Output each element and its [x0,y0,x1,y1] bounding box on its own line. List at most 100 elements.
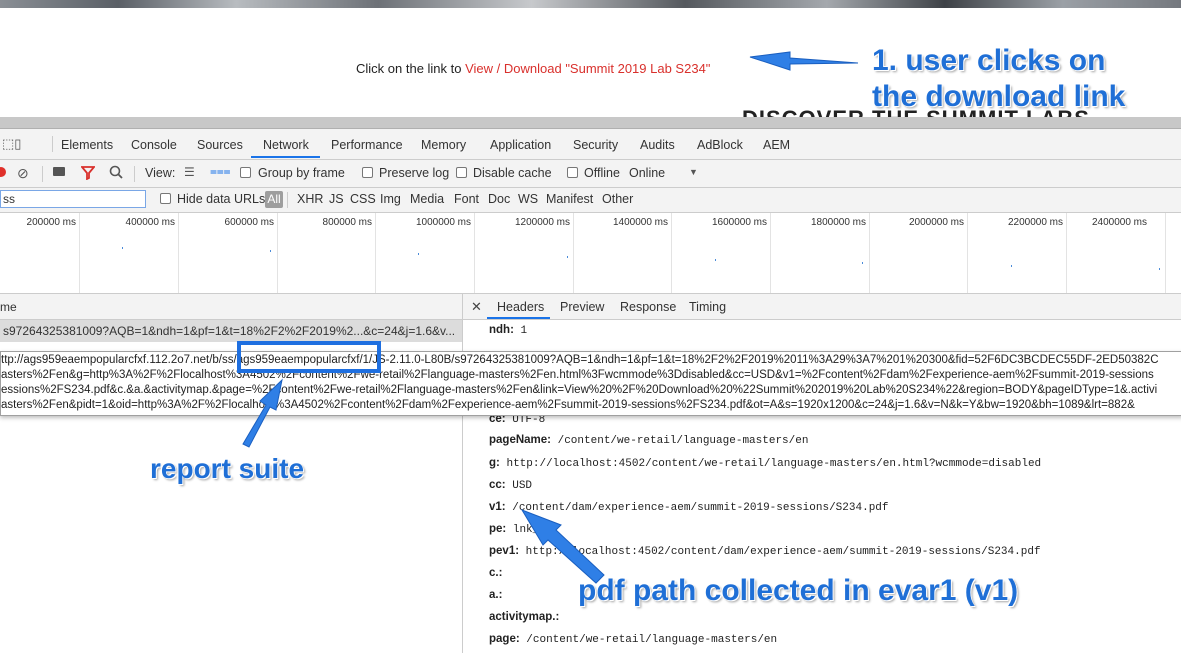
timeline-request-mark [862,262,863,264]
tab-application[interactable]: Application [490,138,551,152]
filter-bar: ss Hide data URLs All XHR JS CSS Img Med… [0,188,1181,213]
large-rows-icon[interactable]: ☰ [184,165,195,179]
filter-other[interactable]: Other [602,192,633,206]
tab-performance[interactable]: Performance [331,138,403,152]
timeline-request-mark [1011,265,1012,267]
timeline-gridline [79,213,80,293]
filter-ws[interactable]: WS [518,192,538,206]
annotation-pdf-path: pdf path collected in evar1 (v1) [578,574,1019,607]
tab-response[interactable]: Response [620,300,676,314]
offline-checkbox[interactable] [567,167,578,178]
tab-headers[interactable]: Headers [497,300,544,314]
name-column-label: me [0,300,17,314]
tooltip-line: essions%2FS234.pdf&c.&a.&activitymap.&pa… [1,384,1158,396]
network-overview-timeline[interactable]: 200000 ms 400000 ms 600000 ms 800000 ms … [0,213,1181,294]
timeline-tick-label: 800000 ms [322,217,372,228]
devtools-tab-bar: ⬚▯ Elements Console Sources Network Perf… [0,129,1181,160]
timeline-tick-label: 2000000 ms [908,217,964,228]
tab-sources[interactable]: Sources [197,138,243,152]
timeline-request-mark [567,256,568,258]
tab-elements[interactable]: Elements [61,138,113,152]
timeline-gridline [474,213,475,293]
timeline-tick-label: 200000 ms [26,217,76,228]
timeline-request-mark [418,253,419,255]
tooltip-line: asters%2Fen&g=http%3A%2F%2Flocalhost%3A4… [1,369,1154,381]
preserve-log-checkbox[interactable] [362,167,373,178]
filter-manifest[interactable]: Manifest [546,192,593,206]
filter-input[interactable]: ss [0,190,146,208]
filter-xhr[interactable]: XHR [297,192,323,206]
tab-preview[interactable]: Preview [560,300,604,314]
header-value: /content/we-retail/language-masters/en [526,634,778,646]
timeline-tick-label: 1800000 ms [810,217,866,228]
header-row: pe: lnk_o [489,523,546,536]
devtools-resize-bar[interactable] [0,117,1181,129]
annotation-step1-line2: the download link [872,80,1126,113]
tab-network[interactable]: Network [263,138,309,152]
tab-adblock[interactable]: AdBlock [697,138,743,152]
toolbar-divider [42,166,43,182]
capture-screenshots-icon[interactable] [53,167,65,176]
header-value: http://localhost:4502/content/we-retail/… [506,458,1042,470]
timeline-gridline [1165,213,1166,293]
hide-data-urls-checkbox[interactable] [160,193,171,204]
instruction-text: Click on the link to [356,61,466,76]
header-key: c.: [489,567,503,579]
filter-img[interactable]: Img [380,192,401,206]
timeline-gridline [770,213,771,293]
filter-doc[interactable]: Doc [488,192,510,206]
filter-icon[interactable] [81,166,95,180]
header-row: activitymap.: [489,611,559,624]
tab-memory[interactable]: Memory [421,138,466,152]
hide-data-urls-label: Hide data URLs [177,192,266,206]
request-row[interactable]: s97264325381009?AQB=1&ndh=1&pf=1&t=18%2F… [0,320,462,342]
toolbar-divider [287,192,288,208]
tab-aem[interactable]: AEM [763,138,790,152]
toolbar-divider [52,136,53,152]
page-instruction: Click on the link to View / Download "Su… [356,61,710,76]
request-url-tooltip: ttp://ags959eaempopularcfxf.112.2o7.net/… [0,351,1181,416]
group-by-frame-checkbox[interactable] [240,167,251,178]
disable-cache-checkbox[interactable] [456,167,467,178]
header-key: g: [489,457,500,469]
filter-js[interactable]: JS [329,192,344,206]
throttling-select[interactable]: Online [629,166,665,180]
header-row: g: http://localhost:4502/content/we-reta… [489,457,1041,470]
hero-image-strip [0,0,1181,8]
close-icon[interactable]: ✕ [471,299,482,315]
header-row: pev1: http://localhost:4502/content/dam/… [489,545,1041,558]
timeline-tick-label: 2200000 ms [1007,217,1063,228]
download-link[interactable]: View / Download "Summit 2019 Lab S234" [465,61,710,76]
pane-splitter[interactable] [462,294,463,653]
filter-media[interactable]: Media [410,192,444,206]
timeline-tick-label: 1600000 ms [711,217,767,228]
filter-font[interactable]: Font [454,192,479,206]
requests-column-header[interactable]: me [0,294,462,320]
filter-css[interactable]: CSS [350,192,376,206]
timeline-gridline [869,213,870,293]
tooltip-line: ttp://ags959eaempopularcfxf.112.2o7.net/… [1,354,1159,366]
timeline-gridline [277,213,278,293]
disable-cache-label: Disable cache [473,166,552,180]
waterfall-icon[interactable]: ⩶ [210,164,231,179]
tab-audits[interactable]: Audits [640,138,675,152]
clear-icon[interactable]: ⊘ [17,165,29,182]
arrow-to-download-link [749,51,859,71]
header-key: ndh: [489,324,514,336]
tab-timing[interactable]: Timing [689,300,726,314]
timeline-gridline [967,213,968,293]
search-icon[interactable] [109,165,123,179]
tab-console[interactable]: Console [131,138,177,152]
chevron-down-icon[interactable]: ▼ [689,167,698,177]
tab-security[interactable]: Security [573,138,618,152]
header-key: a.: [489,589,503,601]
filter-all-button[interactable]: All [265,191,283,208]
header-key: v1: [489,501,506,513]
annotation-report-suite: report suite [150,453,305,484]
timeline-tick-label: 1200000 ms [514,217,570,228]
record-icon[interactable] [0,167,6,177]
timeline-tick-label: 1400000 ms [612,217,668,228]
annotation-step1-line1: 1. user clicks on [872,44,1106,77]
header-row: cc: USD [489,479,532,492]
device-toggle-icon[interactable]: ⬚▯ [2,136,21,152]
